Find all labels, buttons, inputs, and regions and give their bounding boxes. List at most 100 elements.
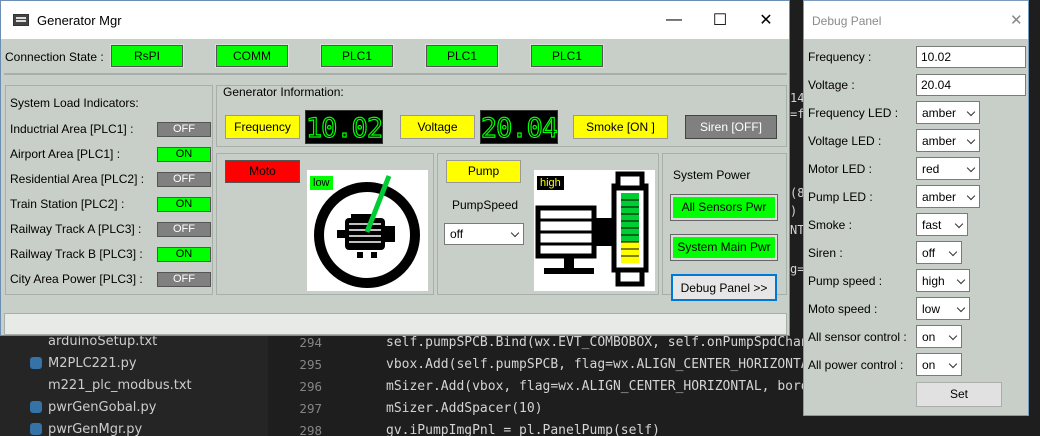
file-name: m221_plc_modbus.txt (48, 377, 192, 393)
pump-led-label: Pump LED : (808, 190, 873, 204)
code-line[interactable]: gv.iPumpImgPnl = pl.PanelPump(self) (386, 420, 660, 436)
siren-field-label: Siren : (808, 246, 843, 260)
code-line[interactable]: vbox.Add(self.pumpSPCB, flag=wx.ALIGN_CE… (386, 354, 816, 376)
connection-indicator-plc: PLC1 (530, 44, 604, 68)
select-value: amber (922, 189, 957, 204)
load-row: Airport Area [PLC1] : ON (10, 143, 211, 165)
select-value: red (922, 161, 940, 176)
select-value: high (922, 273, 945, 288)
generator-manager-window: Generator Mgr — ☐ ✕ Connection State : R… (0, 0, 790, 336)
pump-speed-select[interactable]: off (444, 223, 524, 245)
file-item[interactable]: pwrGenMgr.py (30, 418, 142, 436)
code-line[interactable]: mSizer.Add(vbox, flag=wx.ALIGN_CENTER_HO… (386, 376, 816, 398)
file-explorer: arduinoSetup.txt M2PLC221.py m221_plc_mo… (0, 330, 268, 436)
chevron-down-icon (510, 228, 520, 238)
load-row: Residential Area [PLC2] : OFF (10, 168, 211, 190)
debug-panel-button[interactable]: Debug Panel >> (671, 274, 777, 301)
load-label: Train Station [PLC2] : (10, 197, 125, 211)
maximize-icon: ☐ (712, 12, 728, 29)
text-file-icon (30, 379, 42, 391)
motor-led-select[interactable]: red (916, 157, 980, 180)
file-item[interactable]: M2PLC221.py (30, 352, 137, 374)
pump-level-gauge (621, 193, 639, 263)
select-value: off (922, 245, 936, 260)
siren-indicator: Siren [OFF] (685, 115, 777, 139)
frequency-label: Frequency (225, 115, 300, 139)
file-name: pwrGenMgr.py (48, 421, 143, 436)
pump-level-fill (621, 242, 639, 263)
load-indicators-title: System Load Indicators: (10, 96, 139, 110)
maximize-button[interactable]: ☐ (697, 1, 743, 39)
status-bar (4, 313, 787, 335)
all-sensor-control-select[interactable]: on (916, 325, 962, 348)
frequency-display: 10.02 (305, 110, 384, 145)
all-sensors-power-button[interactable]: All Sensors Pwr (670, 194, 778, 221)
code-line[interactable]: mSizer.AddSpacer(10) (386, 398, 543, 420)
pump-speed-field-label: Pump speed : (808, 274, 883, 288)
set-button[interactable]: Set (916, 382, 1002, 407)
load-status-badge: OFF (157, 172, 211, 187)
all-power-control-label: All power control : (808, 358, 904, 372)
chevron-down-icon (956, 275, 966, 284)
smoke-field-label: Smoke : (808, 218, 853, 232)
pump-indicator: Pump (446, 160, 521, 183)
generator-info-title: Generator Information: (223, 85, 344, 99)
chevron-down-icon (948, 359, 958, 368)
chevron-down-icon (956, 303, 966, 312)
close-button[interactable]: ✕ (743, 1, 789, 39)
load-status-badge: ON (157, 197, 211, 212)
chevron-down-icon (948, 331, 958, 340)
smoke-select[interactable]: fast (916, 213, 968, 236)
load-label: Inductrial Area [PLC1] : (10, 122, 134, 136)
frequency-led-select[interactable]: amber (916, 101, 980, 124)
system-main-power-button[interactable]: System Main Pwr (670, 234, 778, 261)
title-bar[interactable]: Generator Mgr — ☐ ✕ (1, 1, 789, 39)
chevron-down-icon (966, 135, 976, 144)
debug-panel-title: Debug Panel (812, 14, 882, 28)
minimize-button[interactable]: — (651, 1, 697, 39)
select-value: fast (922, 217, 942, 232)
load-label: Residential Area [PLC2] : (10, 172, 145, 186)
load-row: Railway Track B [PLC3] : ON (10, 243, 211, 265)
load-status-badge: OFF (157, 222, 211, 237)
frequency-segment-digits: 10.02 (305, 112, 383, 144)
voltage-value: 20.04 (481, 113, 557, 143)
debug-title-bar[interactable]: Debug Panel ✕ (804, 1, 1028, 39)
motor-led-label: Motor LED : (808, 162, 873, 176)
frequency-input[interactable]: 10.02 (916, 46, 1026, 68)
chevron-down-icon (948, 247, 958, 256)
motor-image: low (307, 170, 428, 291)
load-row: Train Station [PLC2] : ON (10, 193, 211, 215)
pump-speed-debug-select[interactable]: high (916, 269, 970, 292)
file-name: M2PLC221.py (48, 355, 137, 371)
line-number: 297 (299, 401, 322, 416)
siren-select[interactable]: off (916, 241, 962, 264)
chevron-down-icon (966, 191, 976, 200)
divider (4, 73, 787, 75)
select-value: on (922, 329, 936, 344)
all-power-control-select[interactable]: on (916, 353, 962, 376)
voltage-label: Voltage (400, 115, 475, 139)
pump-led-select[interactable]: amber (916, 185, 980, 208)
load-row: Inductrial Area [PLC1] : OFF (10, 118, 211, 140)
moto-speed-debug-select[interactable]: low (916, 297, 970, 320)
pump-speed-label: PumpSpeed (452, 198, 519, 212)
load-status-badge: OFF (157, 272, 211, 287)
file-item[interactable]: m221_plc_modbus.txt (30, 374, 192, 396)
python-file-icon (30, 357, 42, 369)
voltage-input[interactable]: 20.04 (916, 74, 1026, 96)
chevron-down-icon (966, 107, 976, 116)
moto-speed-field-label: Moto speed : (808, 302, 878, 316)
connection-state-label: Connection State : (5, 50, 104, 64)
close-icon[interactable]: ✕ (1010, 11, 1023, 29)
load-label: Railway Track A [PLC3] : (10, 222, 142, 236)
python-file-icon (30, 401, 42, 413)
line-number: 298 (299, 423, 322, 436)
file-item[interactable]: pwrGenGobal.py (30, 396, 156, 418)
select-value: on (922, 357, 936, 372)
frequency-field-label: Frequency : (808, 50, 872, 64)
load-label: City Area Power [PLC3] : (10, 272, 143, 286)
voltage-led-select[interactable]: amber (916, 129, 980, 152)
voltage-led-label: Voltage LED : (808, 134, 882, 148)
frequency-value: 10.02 (306, 113, 382, 143)
